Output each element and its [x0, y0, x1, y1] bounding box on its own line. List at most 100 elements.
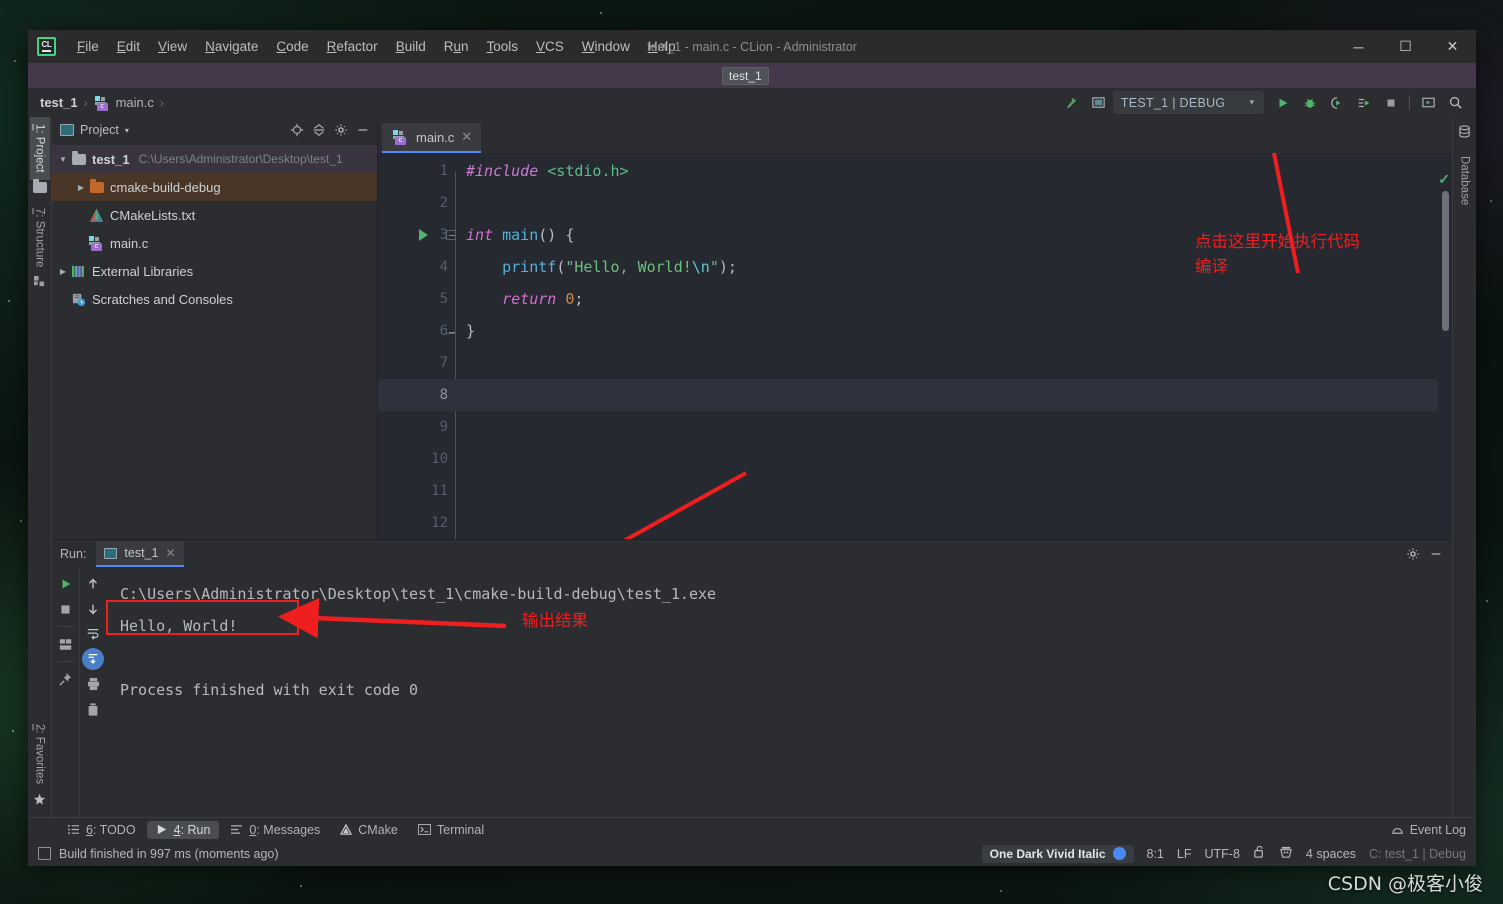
menu-item-navigate[interactable]: Navigate [196, 36, 267, 57]
menu-item-edit[interactable]: Edit [108, 36, 149, 57]
tree-label: cmake-build-debug [110, 179, 221, 195]
tree-node-external-libraries[interactable]: ▶ External Libraries [52, 257, 377, 285]
output-annotation-text: 输出结果 [522, 611, 588, 630]
tree-node-main-c[interactable]: c main.c [52, 229, 377, 257]
caret-position[interactable]: 8:1 [1147, 847, 1164, 861]
tree-node-cmake-build-debug[interactable]: ▶ cmake-build-debug [52, 173, 377, 201]
run-tool-window: Run: test_1 ✕ C:\Users\Administrator\Des… [52, 539, 1452, 817]
unlocked-icon[interactable] [1253, 845, 1266, 862]
menu-item-build[interactable]: Build [387, 36, 435, 57]
inspection-icon[interactable] [1279, 845, 1293, 862]
scrollbar-thumb[interactable] [1442, 191, 1449, 331]
search-everywhere-icon[interactable] [1443, 91, 1468, 114]
run-with-coverage-button[interactable] [1324, 91, 1349, 114]
maximize-button[interactable]: ☐ [1382, 30, 1429, 63]
select-run-config-icon[interactable] [1086, 91, 1111, 114]
event-log-area[interactable]: Event Log [1391, 823, 1476, 837]
sidebar-tab-project[interactable]: 1: Project [29, 117, 50, 180]
up-button[interactable] [82, 573, 104, 595]
clear-all-button[interactable] [82, 698, 104, 720]
menu-item-tools[interactable]: Tools [478, 36, 528, 57]
line-number: 11 [431, 483, 448, 499]
indent-setting[interactable]: 4 spaces [1306, 847, 1356, 861]
close-icon[interactable]: ✕ [461, 129, 472, 145]
debug-button[interactable] [1297, 91, 1322, 114]
tree-label: Scratches and Consoles [92, 291, 233, 307]
status-tool-terminal[interactable]: Terminal [409, 821, 493, 839]
navigation-bar: test_1 › c main.c › TEST_1 | DEBUG ▾ [28, 88, 1476, 117]
menu-item-vcs[interactable]: VCS [527, 36, 573, 57]
run-gutter-icon[interactable] [419, 229, 428, 241]
settings-gear-icon[interactable] [330, 120, 351, 141]
twisty-icon[interactable]: ▼ [56, 155, 70, 164]
breadcrumb-project[interactable]: test_1 [40, 95, 78, 110]
status-tool-run[interactable]: 4: Run [146, 820, 220, 839]
soft-wrap-button[interactable] [82, 623, 104, 645]
code-area[interactable]: #include <stdio.h> int main() { printf("… [456, 153, 1452, 539]
twisty-icon[interactable]: ▶ [56, 267, 70, 276]
menu-item-file[interactable]: File [68, 36, 108, 57]
project-tool-window: Project ▾ ▼ test_1 C:\Users\Administrato… [52, 117, 378, 539]
breadcrumb-file[interactable]: main.c [116, 95, 154, 110]
fold-marker-icon[interactable] [446, 230, 456, 240]
run-anything-icon[interactable] [1416, 91, 1441, 114]
tree-node-scratches[interactable]: Scratches and Consoles [52, 285, 377, 313]
down-button[interactable] [82, 598, 104, 620]
menu-item-window[interactable]: Window [573, 36, 639, 57]
color-scheme-indicator[interactable]: One Dark Vivid Italic [981, 844, 1134, 863]
status-tool-messages[interactable]: 0: Messages [221, 821, 329, 839]
code-line-6: } [456, 315, 1452, 347]
console-output[interactable]: C:\Users\Administrator\Desktop\test_1\cm… [106, 568, 1452, 817]
console-line-command: C:\Users\Administrator\Desktop\test_1\cm… [120, 585, 717, 603]
profile-button[interactable] [1351, 91, 1376, 114]
run-tab-test_1[interactable]: test_1 ✕ [96, 541, 184, 567]
status-tool-cmake[interactable]: CMake [331, 821, 407, 839]
tree-node-test_1[interactable]: ▼ test_1 C:\Users\Administrator\Desktop\… [52, 145, 377, 173]
chevron-down-icon[interactable]: ▾ [125, 126, 129, 135]
drag-strip: test_1 [28, 63, 1476, 88]
editor-tab-main-c[interactable]: c main.c ✕ [382, 123, 482, 153]
hide-panel-icon[interactable] [1425, 544, 1446, 565]
close-icon[interactable]: ✕ [165, 546, 175, 560]
project-tooltip: test_1 [722, 67, 769, 85]
fold-end-marker-icon[interactable] [446, 328, 455, 334]
line-separator[interactable]: LF [1177, 847, 1192, 861]
minimize-button[interactable]: ─ [1335, 30, 1382, 63]
print-button[interactable] [82, 673, 104, 695]
rerun-button[interactable] [55, 573, 77, 595]
build-status-message[interactable]: Build finished in 997 ms (moments ago) [38, 847, 279, 861]
inspection-ok-icon[interactable]: ✓ [1438, 171, 1450, 188]
menu-item-run[interactable]: Run [435, 36, 478, 57]
scratches-icon [70, 292, 87, 307]
stop-button[interactable] [1378, 91, 1403, 114]
menu-item-code[interactable]: Code [267, 36, 317, 57]
active-config[interactable]: C: test_1 | Debug [1369, 847, 1466, 861]
file-encoding[interactable]: UTF-8 [1204, 847, 1239, 861]
sidebar-tab-database[interactable]: Database [1455, 149, 1475, 212]
closing-brace: } [466, 322, 476, 340]
editor-scrollbar[interactable]: ✓ [1438, 153, 1452, 539]
sidebar-tab-structure[interactable]: 7: Structure [30, 201, 50, 274]
tab-label-structure: : Structure [33, 214, 46, 268]
status-tool-todo[interactable]: 6: TODO [58, 821, 145, 839]
run-button[interactable] [1270, 91, 1295, 114]
twisty-icon[interactable]: ▶ [74, 183, 88, 192]
menu-item-view[interactable]: View [149, 36, 196, 57]
hide-panel-icon[interactable] [352, 120, 373, 141]
build-hammer-icon[interactable] [1059, 91, 1084, 114]
editor-gutter[interactable]: 1 2 3 4 5 6 7 8 9 10 11 12 [378, 153, 456, 539]
run-shortcut: 4 [173, 822, 181, 837]
collapse-all-icon[interactable] [308, 120, 329, 141]
settings-gear-icon[interactable] [1402, 544, 1423, 565]
scroll-to-end-button[interactable] [82, 648, 104, 670]
run-configuration-selector[interactable]: TEST_1 | DEBUG ▾ [1112, 91, 1264, 114]
tree-node-cmakelists[interactable]: CMakeLists.txt [52, 201, 377, 229]
pin-button[interactable] [55, 668, 77, 690]
menu-item-refactor[interactable]: Refactor [318, 36, 387, 57]
stop-button[interactable] [55, 598, 77, 620]
layout-button[interactable] [55, 633, 77, 655]
close-button[interactable]: ✕ [1429, 30, 1476, 63]
sidebar-tab-favorites[interactable]: 2: Favorites [30, 717, 50, 791]
locate-icon[interactable] [286, 120, 307, 141]
